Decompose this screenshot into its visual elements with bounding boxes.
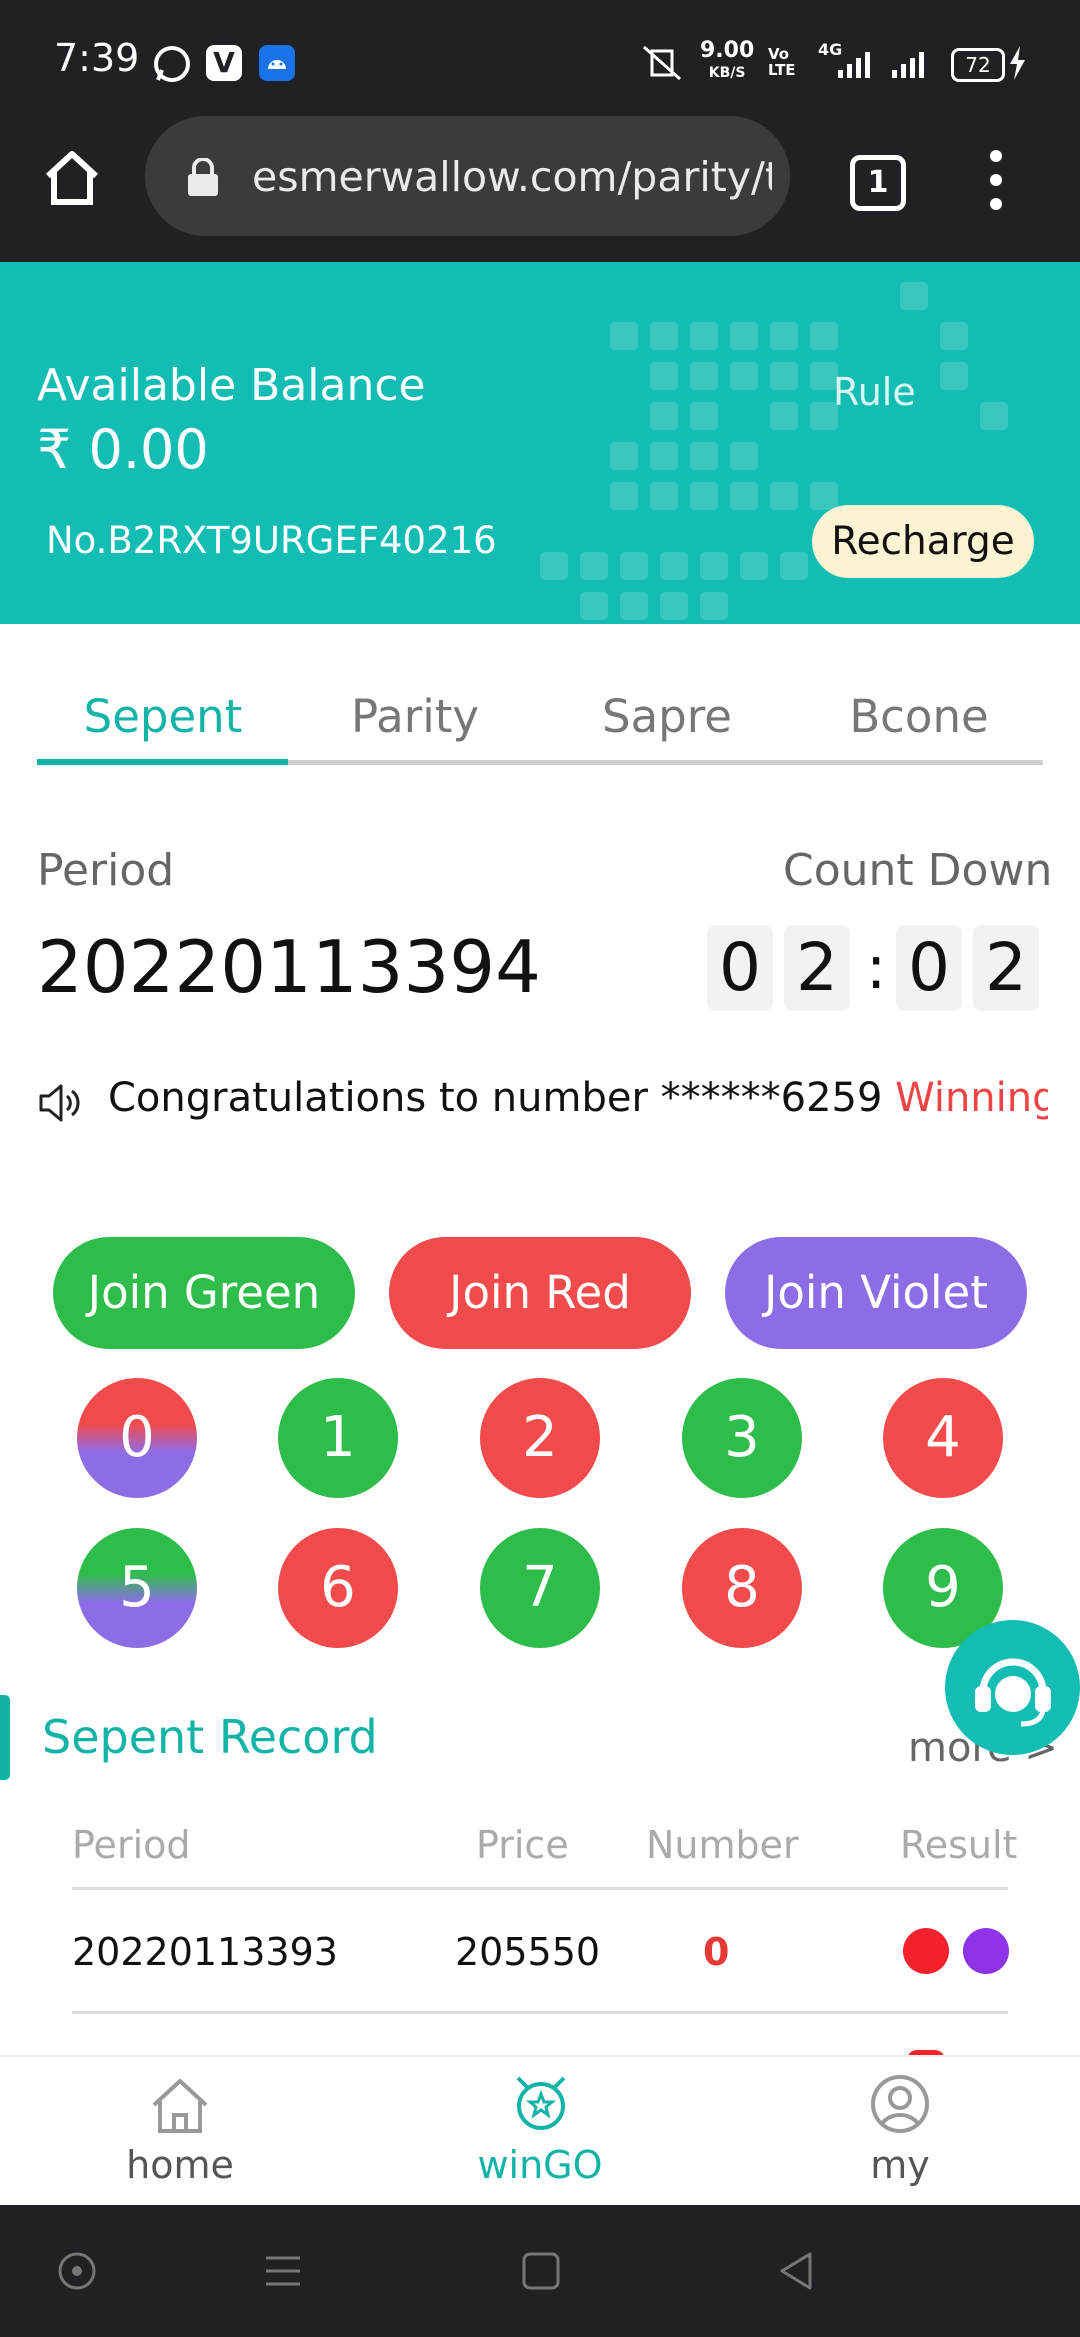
profile-nav-icon[interactable] — [868, 2072, 932, 2136]
signal-icon-2 — [892, 52, 924, 78]
whatsapp-icon — [154, 46, 190, 82]
assistant-icon[interactable] — [56, 2250, 98, 2292]
balance-title: Available Balance — [37, 360, 426, 411]
number-ball-5[interactable]: 5 — [77, 1528, 197, 1648]
rule-link[interactable]: Rule — [833, 370, 916, 414]
tab-bcone[interactable]: Bcone — [793, 690, 1045, 743]
join-red-button[interactable]: Join Red — [389, 1237, 691, 1349]
home-nav-icon[interactable] — [148, 2075, 212, 2137]
back-icon[interactable] — [776, 2250, 818, 2292]
number-ball-4[interactable]: 4 — [883, 1378, 1003, 1498]
marquee-text: Congratulations to number ******6259 — [108, 1075, 896, 1121]
speaker-icon — [39, 1084, 80, 1122]
col-header-number: Number — [646, 1823, 799, 1867]
record-title: Sepent Record — [42, 1710, 378, 1764]
countdown-separator: : — [866, 933, 887, 1003]
tab-parity[interactable]: Parity — [289, 690, 541, 743]
signal-icon — [838, 52, 870, 78]
record-accent-bar — [0, 1695, 10, 1780]
join-violet-button[interactable]: Join Violet — [725, 1237, 1027, 1349]
tab-active-indicator — [37, 759, 288, 765]
battery-icon: 72 — [951, 48, 1005, 82]
net-speed: 9.00 KB/S — [700, 40, 754, 84]
row-price: 205550 — [455, 1930, 601, 1974]
countdown-label: Count Down — [783, 845, 1053, 896]
nav-my-label[interactable]: my — [800, 2143, 1000, 2187]
number-ball-2[interactable]: 2 — [480, 1378, 600, 1498]
period-value: 20220113394 — [37, 925, 541, 1009]
number-ball-6[interactable]: 6 — [278, 1528, 398, 1648]
number-ball-3[interactable]: 3 — [682, 1378, 802, 1498]
number-ball-0[interactable]: 0 — [77, 1378, 197, 1498]
headset-icon — [975, 1658, 1051, 1727]
result-dot-red — [903, 1928, 949, 1974]
countdown-digit: 0 — [707, 925, 773, 1011]
home-icon[interactable] — [42, 148, 102, 206]
charging-icon — [1010, 46, 1025, 80]
vimeo-icon: V — [206, 45, 242, 81]
mute-vibrate-icon — [643, 45, 681, 81]
clock: 7:39 — [54, 36, 140, 80]
android-icon — [259, 45, 295, 81]
winner-marquee: Congratulations to number ******6259 Win… — [108, 1075, 1048, 1121]
account-number: No.B2RXT9URGEF40216 — [46, 519, 497, 562]
marquee-win-text: Winning 14 — [895, 1075, 1048, 1121]
result-dot-violet — [963, 1928, 1009, 1974]
lock-icon — [188, 158, 218, 196]
volte-indicator: Vo LTE — [768, 45, 796, 79]
tab-switcher-button[interactable]: 1 — [850, 155, 906, 211]
row-number: 0 — [703, 1930, 730, 1974]
number-ball-8[interactable]: 8 — [682, 1528, 802, 1648]
customer-support-button[interactable] — [945, 1620, 1080, 1755]
net-speed-value: 9.00 — [700, 38, 755, 63]
net-speed-unit: KB/S — [708, 65, 746, 81]
join-green-button[interactable]: Join Green — [53, 1237, 355, 1349]
home-button-icon[interactable] — [520, 2250, 562, 2292]
table-row-divider — [72, 2011, 1008, 2014]
url-text[interactable]: esmerwallow.com/parity/tr — [252, 153, 772, 201]
balance-amount: ₹ 0.00 — [37, 418, 209, 481]
trophy-nav-icon[interactable] — [508, 2070, 574, 2136]
period-label: Period — [37, 845, 175, 896]
table-header-divider — [72, 1887, 1008, 1890]
recents-menu-icon[interactable] — [262, 2250, 304, 2292]
col-header-result: Result — [900, 1823, 1018, 1867]
number-ball-7[interactable]: 7 — [480, 1528, 600, 1648]
col-header-period: Period — [72, 1823, 191, 1867]
nav-home-label[interactable]: home — [80, 2143, 280, 2187]
countdown-digit: 2 — [784, 925, 850, 1011]
row-period: 20220113393 — [72, 1930, 338, 1974]
tab-sepent[interactable]: Sepent — [37, 690, 289, 743]
more-menu-icon[interactable] — [990, 150, 1002, 220]
number-ball-1[interactable]: 1 — [278, 1378, 398, 1498]
countdown-digit: 0 — [896, 925, 962, 1011]
recharge-button[interactable]: Recharge — [812, 505, 1034, 578]
col-header-price: Price — [476, 1823, 569, 1867]
countdown-digit: 2 — [973, 925, 1039, 1011]
tab-sapre[interactable]: Sapre — [541, 690, 793, 743]
nav-wingo-label[interactable]: winGO — [440, 2143, 640, 2187]
